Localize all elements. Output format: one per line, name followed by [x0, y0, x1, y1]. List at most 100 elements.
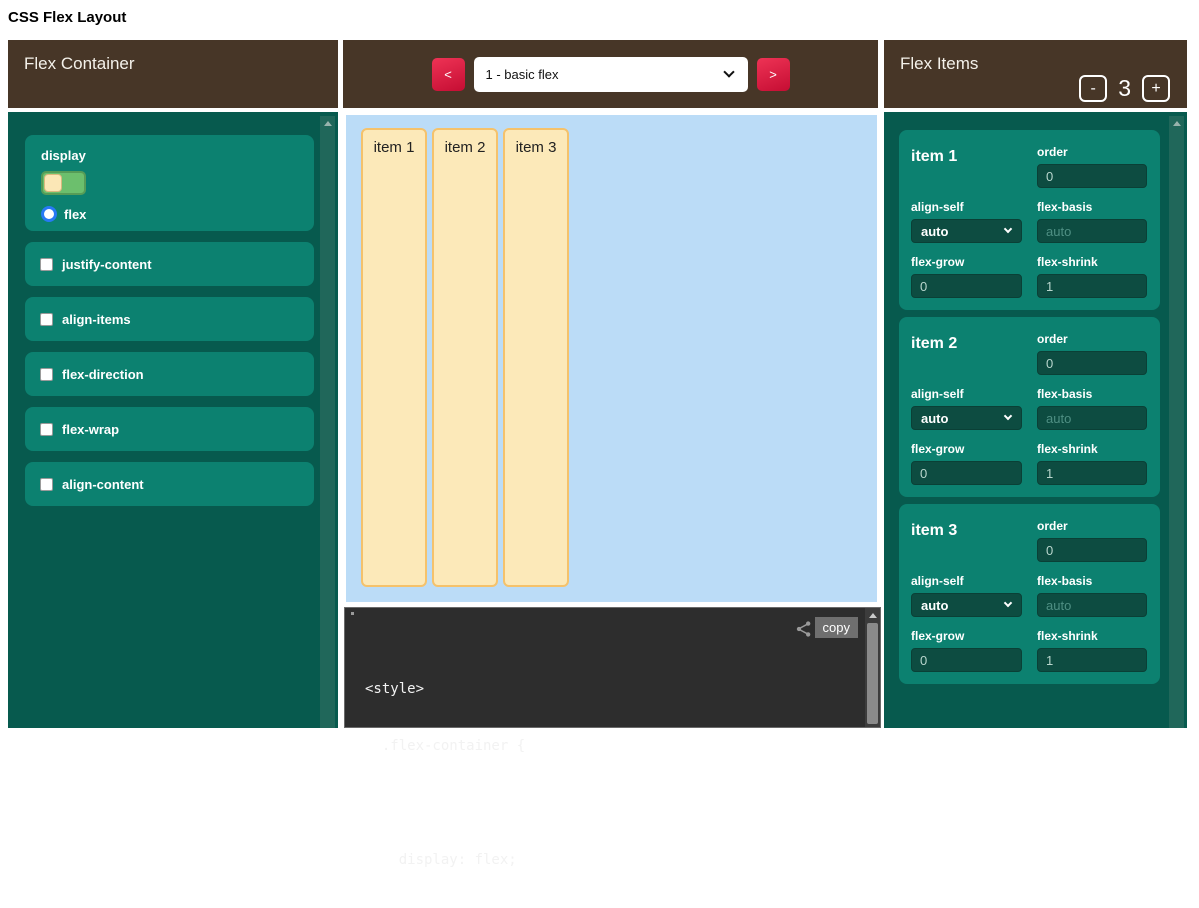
order-label: order: [1037, 519, 1147, 533]
item-1-flex-shrink-cell: flex-shrink: [1037, 255, 1147, 298]
item-3-card: item 3 order align-self auto f: [899, 504, 1160, 684]
item-3-align-self-select[interactable]: auto: [911, 593, 1022, 617]
flex-direction-label: flex-direction: [62, 367, 144, 382]
align-content-card[interactable]: align-content: [25, 462, 314, 506]
code-block: <style> .flex-container { display: flex;: [365, 642, 850, 908]
item-1-title-cell: item 1: [911, 145, 1022, 188]
flex-container-body: display flex justify-content align-items…: [8, 112, 338, 728]
flex-items-panel: Flex Items - 3 + item 1 order align-self: [884, 40, 1187, 728]
share-icon[interactable]: [794, 619, 814, 639]
item-2-flex-grow-input[interactable]: [911, 461, 1022, 485]
item-3-flex-basis-input[interactable]: [1037, 593, 1147, 617]
item-3-flex-basis-cell: flex-basis: [1037, 574, 1147, 617]
align-content-checkbox[interactable]: [40, 478, 53, 491]
item-2-order-cell: order: [1037, 332, 1147, 375]
item-3-order-cell: order: [1037, 519, 1147, 562]
align-items-card[interactable]: align-items: [25, 297, 314, 341]
item-3-flex-grow-input[interactable]: [911, 648, 1022, 672]
flex-radio-label: flex: [64, 207, 86, 222]
flex-wrap-label: flex-wrap: [62, 422, 119, 437]
scroll-up-icon[interactable]: [1173, 121, 1181, 126]
item-3-order-input[interactable]: [1037, 538, 1147, 562]
flex-grow-label: flex-grow: [911, 442, 1022, 456]
preview-panel: < 1 - basic flex > item 1 item 2 item 3 …: [343, 40, 878, 728]
flex-items-body: item 1 order align-self auto f: [884, 112, 1187, 728]
flex-container-panel: Flex Container display flex justify-cont…: [8, 40, 338, 728]
align-content-label: align-content: [62, 477, 144, 492]
flex-wrap-card[interactable]: flex-wrap: [25, 407, 314, 451]
code-panel: copy <style> .flex-container { display: …: [344, 607, 881, 728]
align-self-label: align-self: [911, 200, 1022, 214]
order-label: order: [1037, 332, 1147, 346]
right-panel-scrollbar[interactable]: [1169, 116, 1184, 728]
display-toggle[interactable]: [41, 171, 86, 195]
flex-basis-label: flex-basis: [1037, 200, 1147, 214]
item-1-align-self-select[interactable]: auto: [911, 219, 1022, 243]
item-1-flex-basis-input[interactable]: [1037, 219, 1147, 243]
flex-container-title: Flex Container: [24, 54, 135, 74]
flex-radio[interactable]: [41, 206, 57, 222]
flex-grow-label: flex-grow: [911, 629, 1022, 643]
flex-items-header: Flex Items - 3 +: [884, 40, 1187, 108]
display-label: display: [41, 148, 298, 163]
example-select[interactable]: 1 - basic flex: [474, 57, 748, 92]
display-flex-radio-row[interactable]: flex: [41, 206, 298, 222]
item-2-title-cell: item 2: [911, 332, 1022, 375]
item-2-card: item 2 order align-self auto f: [899, 317, 1160, 497]
copy-button[interactable]: copy: [815, 617, 858, 638]
next-example-button[interactable]: >: [757, 58, 790, 91]
code-line: display: flex;: [365, 851, 850, 870]
flex-wrap-checkbox[interactable]: [40, 423, 53, 436]
justify-content-card[interactable]: justify-content: [25, 242, 314, 286]
flex-direction-checkbox[interactable]: [40, 368, 53, 381]
align-items-checkbox[interactable]: [40, 313, 53, 326]
flex-shrink-label: flex-shrink: [1037, 629, 1147, 643]
item-1-flex-grow-input[interactable]: [911, 274, 1022, 298]
code-line: <style>: [365, 680, 850, 699]
item-3-flex-shrink-input[interactable]: [1037, 648, 1147, 672]
item-2-flex-grow-cell: flex-grow: [911, 442, 1022, 485]
flex-shrink-label: flex-shrink: [1037, 442, 1147, 456]
flex-direction-card[interactable]: flex-direction: [25, 352, 314, 396]
item-2-flex-shrink-cell: flex-shrink: [1037, 442, 1147, 485]
remove-item-button[interactable]: -: [1079, 75, 1107, 102]
example-select-wrap: 1 - basic flex: [474, 57, 748, 92]
flex-container-header: Flex Container: [8, 40, 338, 108]
item-count-controls: - 3 +: [1079, 75, 1170, 102]
preview-flex-item-3: item 3: [503, 128, 569, 587]
item-2-flex-basis-input[interactable]: [1037, 406, 1147, 430]
add-item-button[interactable]: +: [1142, 75, 1170, 102]
flex-grow-label: flex-grow: [911, 255, 1022, 269]
item-3-align-self-cell: align-self auto: [911, 574, 1022, 617]
item-1-flex-grow-cell: flex-grow: [911, 255, 1022, 298]
display-card: display flex: [25, 135, 314, 231]
item-1-name: item 1: [911, 145, 957, 166]
item-2-name: item 2: [911, 332, 957, 353]
justify-content-checkbox[interactable]: [40, 258, 53, 271]
item-3-flex-shrink-cell: flex-shrink: [1037, 629, 1147, 672]
item-2-align-self-select[interactable]: auto: [911, 406, 1022, 430]
item-2-order-input[interactable]: [1037, 351, 1147, 375]
item-2-flex-shrink-input[interactable]: [1037, 461, 1147, 485]
preview-flex-item-1: item 1: [361, 128, 427, 587]
flex-basis-label: flex-basis: [1037, 387, 1147, 401]
example-nav-header: < 1 - basic flex >: [343, 40, 878, 108]
left-panel-scrollbar[interactable]: [320, 116, 335, 728]
item-1-flex-shrink-input[interactable]: [1037, 274, 1147, 298]
scroll-up-icon[interactable]: [869, 613, 877, 618]
item-3-flex-grow-cell: flex-grow: [911, 629, 1022, 672]
preview-flex-item-2: item 2: [432, 128, 498, 587]
item-1-align-self-cell: align-self auto: [911, 200, 1022, 243]
item-count: 3: [1118, 75, 1131, 102]
item-1-order-input[interactable]: [1037, 164, 1147, 188]
align-self-label: align-self: [911, 574, 1022, 588]
scrollbar-thumb[interactable]: [867, 623, 878, 724]
item-1-card: item 1 order align-self auto f: [899, 130, 1160, 310]
flex-shrink-label: flex-shrink: [1037, 255, 1147, 269]
display-toggle-knob: [44, 174, 62, 192]
flex-items-title: Flex Items: [900, 54, 978, 74]
prev-example-button[interactable]: <: [432, 58, 465, 91]
code-scrollbar[interactable]: [865, 608, 880, 727]
item-3-name: item 3: [911, 519, 957, 540]
scroll-up-icon[interactable]: [324, 121, 332, 126]
